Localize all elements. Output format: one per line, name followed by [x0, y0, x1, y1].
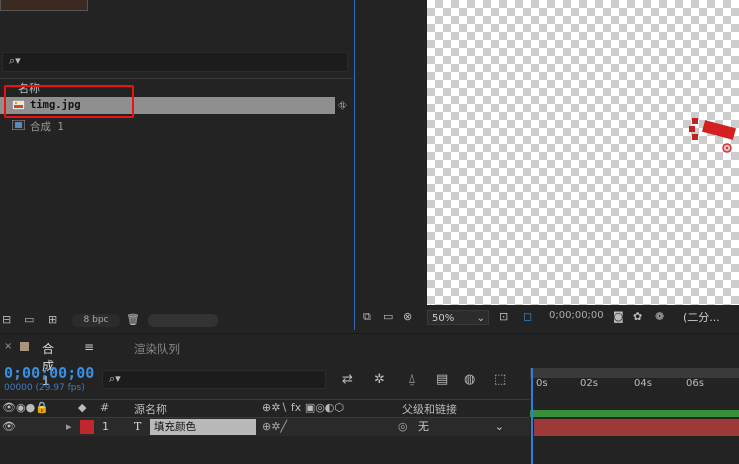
composition-color-icon — [20, 342, 29, 351]
region-of-interest-icon[interactable]: ⊡ — [499, 310, 508, 323]
draft-3d-icon[interactable]: ✲ — [374, 372, 385, 387]
parent-value: 无 — [418, 420, 429, 433]
panel-menu-icon[interactable]: ≡ — [84, 340, 94, 354]
viewer-toolbar: ⧉ ▭ ⊗ 50% ⌄ ⊡ ◻ 0;00;00;00 ◙ ✿ ❁ (二分... — [357, 306, 739, 330]
layer-switch-icons[interactable]: ⊕✲╱ — [262, 420, 287, 433]
chevron-down-icon: ⌄ — [476, 313, 485, 324]
time-navigator-bar[interactable] — [530, 368, 739, 378]
project-footer: ⊟ ▭ ⊞ 8 bpc 🗑 — [0, 312, 353, 329]
interpret-footage-icon[interactable]: ⊟ — [2, 313, 11, 326]
transparency-grid-icon[interactable]: ◻ — [523, 310, 532, 323]
color-channels-icon[interactable]: ❁ — [655, 310, 664, 323]
zoom-select[interactable]: 50% ⌄ — [427, 310, 489, 325]
text-layer-icon: T — [134, 420, 142, 433]
new-composition-icon[interactable]: ⊞ — [48, 313, 57, 326]
bit-depth-button[interactable]: 8 bpc — [72, 314, 120, 327]
label-tag-icon: ◆ — [78, 401, 87, 414]
trash-icon[interactable]: 🗑 — [126, 313, 140, 326]
parent-link-header: 父级和链接 — [402, 403, 457, 416]
eye-icon[interactable]: 👁 — [2, 420, 16, 433]
layer-row[interactable]: 👁 ▸ 1 T 填充颜色 ⊕✲╱ ◎ 无 ⌄ — [0, 418, 530, 436]
expand-arrow-icon[interactable]: ▸ — [66, 420, 72, 433]
graph-editor-icon[interactable]: ⬚ — [494, 372, 506, 387]
layer-name[interactable]: 填充颜色 — [150, 419, 256, 435]
new-folder-icon[interactable]: ▭ — [24, 313, 34, 326]
preview-thumbnail — [0, 0, 88, 11]
monitor-icon[interactable]: ▭ — [383, 310, 393, 323]
work-area-bar[interactable] — [530, 410, 739, 417]
pick-whip-icon[interactable]: ◎ — [398, 420, 408, 433]
project-item-comp1[interactable]: 合成 1 — [0, 117, 353, 134]
snapshot-icon[interactable]: ◙ — [613, 310, 624, 323]
flowchart-icon[interactable]: ⛗ — [338, 99, 347, 113]
source-name-header[interactable]: 源名称 — [134, 401, 167, 417]
ruler-tick: 02s — [580, 378, 598, 389]
composition-viewer: ⧉ ▭ ⊗ 50% ⌄ ⊡ ◻ 0;00;00;00 ◙ ✿ ❁ (二分... — [357, 0, 739, 330]
search-icon: ⌕▾ — [109, 372, 121, 385]
zoom-value: 50% — [432, 313, 455, 324]
composition-mini-flowchart-icon[interactable]: ⇄ — [342, 372, 353, 387]
search-icon: ⌕▾ — [9, 54, 21, 67]
mask-visibility-icon[interactable]: ⊗ — [403, 310, 412, 323]
horizontal-scrollbar[interactable] — [148, 314, 218, 327]
timeline-search-input[interactable]: ⌕▾ — [102, 370, 326, 389]
always-preview-icon[interactable]: ⧉ — [363, 310, 371, 324]
project-search-input[interactable]: ⌕▾ — [2, 52, 348, 72]
motion-blur-icon[interactable]: ◍ — [464, 372, 475, 387]
layer-number-header: # — [100, 401, 110, 414]
av-switches-icon: 👁◉●🔒 — [2, 401, 49, 414]
layer-duration-bar[interactable] — [534, 419, 739, 436]
frame-rate-readout: 00000 (29.97 fps) — [4, 383, 85, 393]
ruler-tick: 06s — [686, 378, 704, 389]
layer-column-header: 👁◉●🔒 ◆ # 源名称 ⊕✲∖ fx ▣◎◐⬡ 父级和链接 — [0, 399, 530, 418]
layer-switches-icon: ⊕✲∖ fx ▣◎◐⬡ — [262, 401, 345, 414]
project-item-label: 合成 1 — [30, 121, 64, 133]
composition-icon — [12, 120, 25, 130]
chevron-down-icon: ⌄ — [494, 420, 504, 433]
tab-render-queue[interactable]: 渲染队列 — [134, 341, 180, 357]
label-color-swatch[interactable] — [80, 420, 94, 434]
resolution-select[interactable]: (二分... — [683, 310, 739, 325]
show-snapshot-icon[interactable]: ✿ — [633, 310, 642, 323]
close-icon[interactable]: × — [4, 341, 12, 352]
shy-layers-icon[interactable]: ⍙ — [408, 372, 416, 387]
timeline-panel: × 合成1 ≡ 渲染队列 0;00;00;00 00000 (29.97 fps… — [0, 333, 739, 464]
layer-number: 1 — [102, 420, 109, 433]
fill-color-layer-graphic[interactable] — [687, 118, 737, 158]
highlight-annotation-box — [4, 85, 134, 118]
current-timecode[interactable]: 0;00;00;00 — [4, 364, 94, 382]
frame-blending-icon[interactable]: ▤ — [436, 372, 448, 387]
viewer-timecode[interactable]: 0;00;00;00 — [549, 310, 604, 321]
parent-select[interactable]: 无 ⌄ — [418, 419, 508, 435]
project-panel: ⌕▾ 名称 timg.jpg ⛗ 合成 1 ⊟ ▭ ⊞ 8 bpc 🗑 — [0, 0, 355, 330]
ruler-tick: 04s — [634, 378, 652, 389]
current-time-indicator[interactable] — [531, 368, 541, 464]
